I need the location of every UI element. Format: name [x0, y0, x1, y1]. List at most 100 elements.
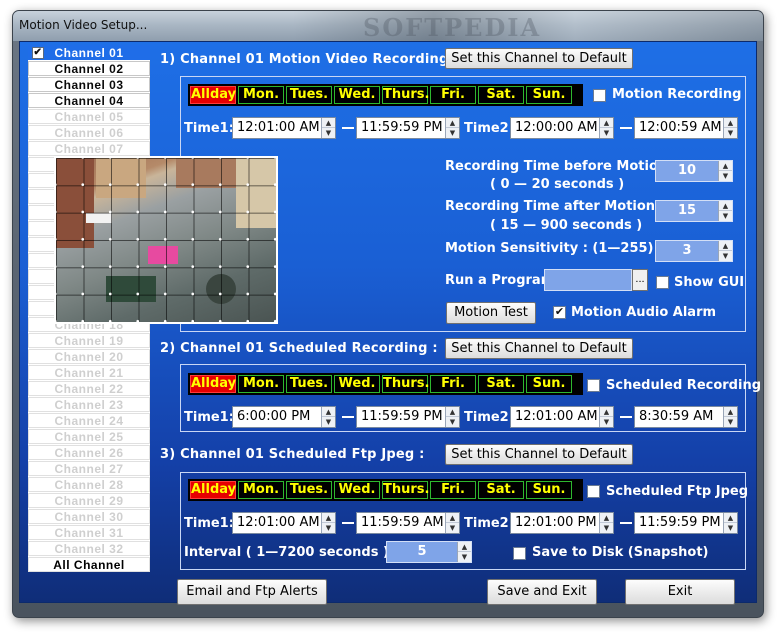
before-motion-input[interactable]: 10 ▲ ▼ — [655, 160, 733, 182]
spinner[interactable]: ▲ ▼ — [321, 513, 335, 533]
run-program-input[interactable] — [544, 269, 632, 291]
spin-up-icon[interactable]: ▲ — [322, 118, 335, 128]
day-toggle[interactable]: Allday — [190, 86, 236, 104]
channel-item[interactable]: Channel 27 — [28, 461, 150, 476]
spin-up-icon[interactable]: ▲ — [600, 118, 613, 128]
scheduled-time2-start[interactable]: 12:01:00 AM ▲ ▼ — [510, 406, 614, 428]
day-toggle[interactable]: Wed. — [334, 375, 380, 393]
spinner[interactable]: ▲ ▼ — [599, 118, 613, 138]
spin-up-icon[interactable]: ▲ — [458, 542, 471, 552]
channel-item[interactable]: Channel 21 — [28, 365, 150, 380]
scheduled-time1-start[interactable]: 6:00:00 PM ▲ ▼ — [232, 406, 336, 428]
day-toggle[interactable]: Tues. — [286, 481, 332, 499]
spinner[interactable]: ▲ ▼ — [723, 513, 737, 533]
spinner[interactable]: ▲ ▼ — [599, 407, 613, 427]
channel-checkbox[interactable]: ✔ — [32, 47, 44, 59]
day-toggle[interactable]: Sun. — [526, 481, 572, 499]
ftp-time1-start[interactable]: 12:01:00 AM ▲ ▼ — [232, 512, 336, 534]
motion-time2-end[interactable]: 12:00:59 AM ▲ ▼ — [634, 117, 738, 139]
audio-alarm-checkbox[interactable]: ✔ — [553, 306, 566, 319]
email-ftp-alerts-button[interactable]: Email and Ftp Alerts — [177, 579, 327, 605]
camera-preview[interactable] — [54, 156, 278, 324]
spin-up-icon[interactable]: ▲ — [322, 407, 335, 417]
spin-down-icon[interactable]: ▼ — [322, 128, 335, 138]
spin-up-icon[interactable]: ▲ — [446, 118, 459, 128]
spin-down-icon[interactable]: ▼ — [446, 128, 459, 138]
day-toggle[interactable]: Mon. — [238, 375, 284, 393]
motion-time1-end[interactable]: 11:59:59 PM ▲ ▼ — [356, 117, 460, 139]
spinner[interactable]: ▲ ▼ — [457, 542, 471, 562]
channel-item[interactable]: Channel 02 — [28, 61, 150, 76]
spin-up-icon[interactable]: ▲ — [600, 407, 613, 417]
channel-item[interactable]: Channel 26 — [28, 445, 150, 460]
channel-item[interactable]: Channel 30 — [28, 509, 150, 524]
channel-item[interactable]: Channel 03 — [28, 77, 150, 92]
spin-up-icon[interactable]: ▲ — [719, 241, 732, 251]
channel-item[interactable]: Channel 28 — [28, 477, 150, 492]
spin-up-icon[interactable]: ▲ — [322, 513, 335, 523]
spinner[interactable]: ▲ ▼ — [321, 407, 335, 427]
spinner[interactable]: ▲ ▼ — [445, 118, 459, 138]
spin-down-icon[interactable]: ▼ — [724, 128, 737, 138]
day-toggle[interactable]: Mon. — [238, 481, 284, 499]
day-toggle[interactable]: Tues. — [286, 375, 332, 393]
day-toggle[interactable]: Tues. — [286, 86, 332, 104]
spin-down-icon[interactable]: ▼ — [446, 417, 459, 427]
spin-down-icon[interactable]: ▼ — [600, 523, 613, 533]
spin-down-icon[interactable]: ▼ — [724, 523, 737, 533]
channel-item[interactable]: Channel 29 — [28, 493, 150, 508]
day-toggle[interactable]: Sun. — [526, 375, 572, 393]
all-channel-item[interactable]: All Channel — [28, 557, 150, 572]
spin-down-icon[interactable]: ▼ — [724, 417, 737, 427]
channel-item[interactable]: ✔ Channel 01 — [28, 45, 150, 60]
day-toggle[interactable]: Wed. — [334, 86, 380, 104]
title-bar[interactable]: SOFTPEDIA Motion Video Setup... — [13, 11, 763, 41]
motion-time2-start[interactable]: 12:00:00 AM ▲ ▼ — [510, 117, 614, 139]
spinner[interactable]: ▲ ▼ — [445, 407, 459, 427]
motion-set-default-button[interactable]: Set this Channel to Default — [445, 48, 633, 69]
scheduled-time1-end[interactable]: 11:59:59 PM ▲ ▼ — [356, 406, 460, 428]
scheduled-set-default-button[interactable]: Set this Channel to Default — [445, 338, 633, 359]
channel-item[interactable]: Channel 07 — [28, 141, 150, 156]
day-toggle[interactable]: Fri. — [430, 375, 476, 393]
spin-up-icon[interactable]: ▲ — [724, 118, 737, 128]
day-toggle[interactable]: Fri. — [430, 86, 476, 104]
ftp-time2-end[interactable]: 11:59:59 PM ▲ ▼ — [634, 512, 738, 534]
spin-up-icon[interactable]: ▲ — [600, 513, 613, 523]
channel-item[interactable]: Channel 31 — [28, 525, 150, 540]
day-toggle[interactable]: Fri. — [430, 481, 476, 499]
day-toggle[interactable]: Thurs. — [382, 481, 429, 499]
spinner[interactable]: ▲ ▼ — [718, 241, 732, 261]
spin-down-icon[interactable]: ▼ — [322, 523, 335, 533]
spin-down-icon[interactable]: ▼ — [600, 417, 613, 427]
channel-item[interactable]: Channel 04 — [28, 93, 150, 108]
channel-item[interactable]: Channel 25 — [28, 429, 150, 444]
channel-item[interactable]: Channel 24 — [28, 413, 150, 428]
spin-up-icon[interactable]: ▲ — [719, 161, 732, 171]
spin-down-icon[interactable]: ▼ — [458, 552, 471, 562]
spin-down-icon[interactable]: ▼ — [446, 523, 459, 533]
spin-down-icon[interactable]: ▼ — [322, 417, 335, 427]
save-disk-checkbox[interactable] — [513, 547, 526, 560]
channel-item[interactable]: Channel 32 — [28, 541, 150, 556]
after-motion-input[interactable]: 15 ▲ ▼ — [655, 200, 733, 222]
spinner[interactable]: ▲ ▼ — [718, 201, 732, 221]
day-toggle[interactable]: Wed. — [334, 481, 380, 499]
channel-item[interactable]: Channel 22 — [28, 381, 150, 396]
ftp-time2-start[interactable]: 12:01:00 PM ▲ ▼ — [510, 512, 614, 534]
day-toggle[interactable]: Mon. — [238, 86, 284, 104]
interval-input[interactable]: 5 ▲ ▼ — [386, 541, 472, 563]
motion-time1-start[interactable]: 12:01:00 AM ▲ ▼ — [232, 117, 336, 139]
spin-down-icon[interactable]: ▼ — [719, 171, 732, 181]
motion-test-button[interactable]: Motion Test — [446, 302, 536, 324]
spinner[interactable]: ▲ ▼ — [723, 118, 737, 138]
spin-down-icon[interactable]: ▼ — [600, 128, 613, 138]
spin-up-icon[interactable]: ▲ — [719, 201, 732, 211]
day-toggle[interactable]: Allday — [190, 375, 236, 393]
ftp-set-default-button[interactable]: Set this Channel to Default — [445, 444, 633, 465]
sensitivity-input[interactable]: 3 ▲ ▼ — [655, 240, 733, 262]
scheduled-time2-end[interactable]: 8:30:59 AM ▲ ▼ — [634, 406, 738, 428]
ftp-time1-end[interactable]: 11:59:59 AM ▲ ▼ — [356, 512, 460, 534]
spinner[interactable]: ▲ ▼ — [599, 513, 613, 533]
browse-button[interactable]: ... — [632, 269, 648, 291]
